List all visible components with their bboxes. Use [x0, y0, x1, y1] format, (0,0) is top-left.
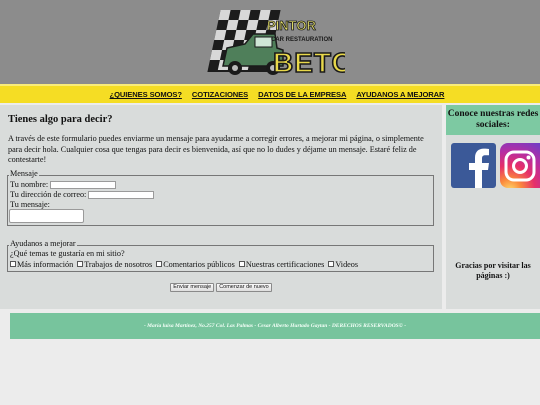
option-label: Nuestras certificaciones — [245, 259, 325, 269]
site-footer: - María luisa Martínez, No.257 Col. Las … — [10, 313, 540, 339]
email-label: Tu dirección de correo: — [10, 190, 87, 199]
message-legend: Mensaje — [9, 169, 39, 178]
survey-options: Más información Trabajos de nosotros Com… — [9, 259, 359, 269]
site-header: PINTOR CAR RESTAURATION BETO — [0, 0, 540, 84]
checkbox-videos[interactable] — [328, 261, 335, 268]
name-row: Tu nombre: — [10, 180, 117, 190]
option-label: Más información — [17, 259, 74, 269]
message-textarea[interactable] — [9, 209, 84, 223]
checkbox-certificaciones[interactable] — [238, 261, 245, 268]
nav-cotizaciones[interactable]: COTIZACIONES — [192, 90, 248, 99]
nav-ayudanos-mejorar[interactable]: AYUDANOS A MEJORAR — [356, 90, 444, 99]
reset-button[interactable]: Comenzar de nuevo — [216, 283, 272, 292]
name-label: Tu nombre: — [10, 180, 49, 189]
main-nav: ¿QUIENES SOMOS? COTIZACIONES DATOS DE LA… — [0, 84, 540, 103]
nav-datos-empresa[interactable]: DATOS DE LA EMPRESA — [258, 90, 346, 99]
survey-question: ¿Qué temas te gustaría en mi sitio? — [10, 249, 125, 258]
checkbox-mas-informacion[interactable] — [10, 261, 16, 268]
nav-quienes-somos[interactable]: ¿QUIENES SOMOS? — [110, 90, 182, 99]
checkbox-trabajos[interactable] — [77, 261, 84, 268]
intro-text: A través de este formulario puedes envia… — [8, 134, 424, 164]
instagram-icon[interactable] — [500, 143, 540, 188]
thanks-text: Gracias por visitar las páginas :) — [455, 261, 531, 280]
name-input[interactable] — [50, 181, 117, 190]
option-label: Videos — [335, 259, 359, 269]
contact-panel: Tienes algo para decir? A través de este… — [0, 105, 442, 309]
option-label: Trabajos de nosotros — [84, 259, 153, 269]
social-heading: Conoce nuestras redes sociales: — [446, 105, 540, 135]
facebook-icon[interactable] — [451, 143, 496, 188]
footer-text: - María luisa Martínez, No.257 Col. Las … — [143, 323, 407, 329]
logo-word-beto: BETO — [273, 47, 345, 78]
social-sidebar: Conoce nuestras redes sociales: Gracias … — [446, 105, 540, 309]
submit-button[interactable]: Enviar mensaje — [170, 283, 215, 292]
form-buttons: Enviar mensaje Comenzar de nuevo — [0, 283, 442, 292]
logo-word-pintor: PINTOR — [267, 18, 316, 33]
message-fieldset: Mensaje Tu nombre: Tu dirección de corre… — [7, 169, 434, 226]
pintor-beto-logo: PINTOR CAR RESTAURATION BETO — [207, 10, 345, 79]
survey-fieldset: Ayudanos a mejorar ¿Qué temas te gustarí… — [7, 239, 434, 272]
option-label: Comentarios públicos — [163, 259, 235, 269]
email-row: Tu dirección de correo: — [10, 190, 155, 200]
page-title: Tienes algo para decir? — [8, 114, 113, 125]
message-label: Tu mensaje: — [10, 200, 50, 209]
email-input[interactable] — [88, 191, 155, 200]
checkbox-comentarios[interactable] — [156, 261, 163, 268]
survey-legend: Ayudanos a mejorar — [9, 239, 77, 248]
logo-word-restauration: CAR RESTAURATION — [271, 37, 332, 43]
